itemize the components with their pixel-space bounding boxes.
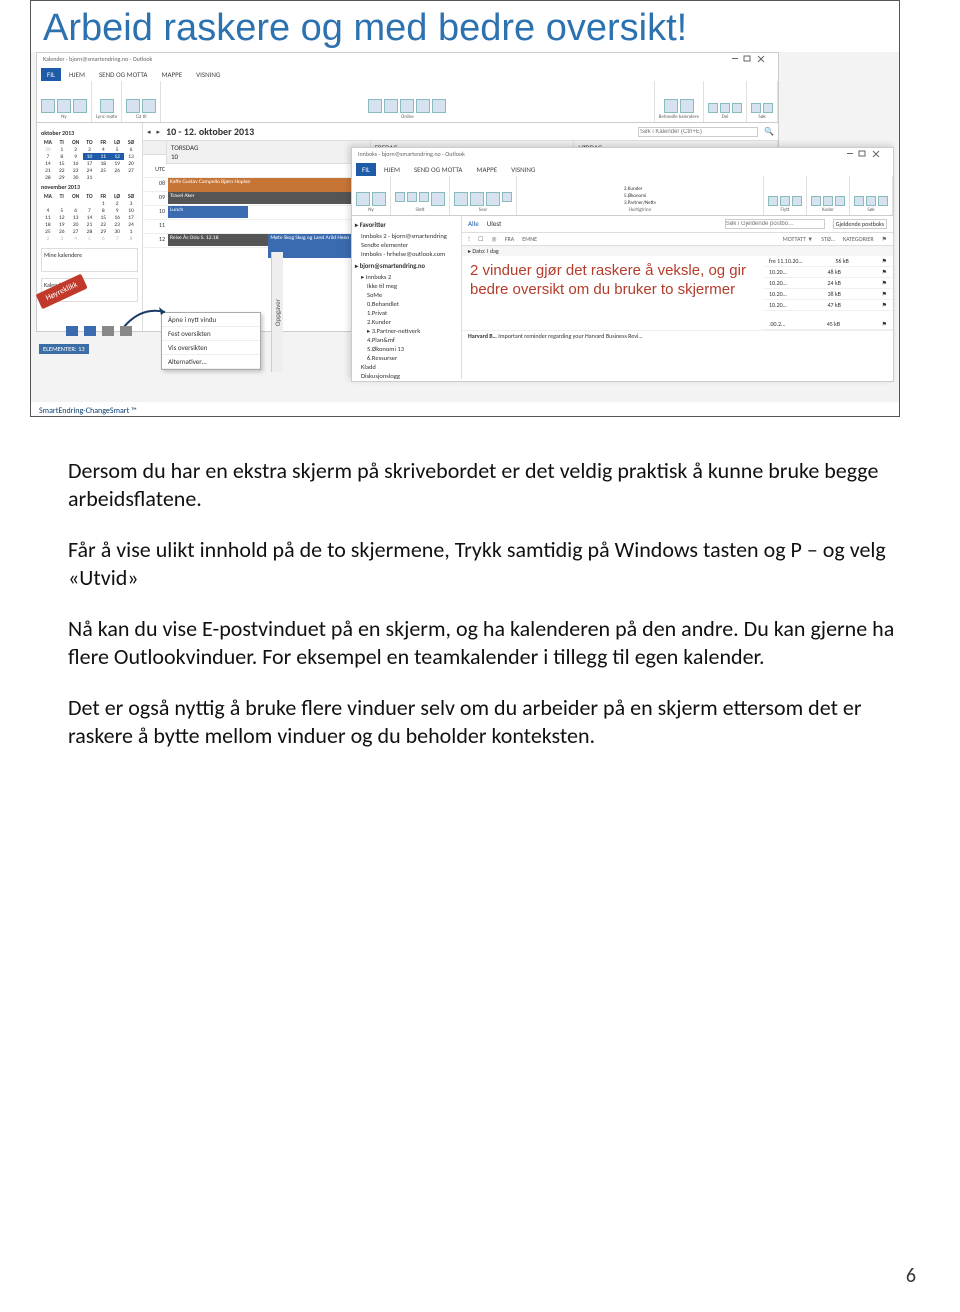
column-headers[interactable]: ! ☐@ FRAEMNE MOTTATT ▼STØ…KATEGORIER⚑ xyxy=(462,233,893,246)
page-number: 6 xyxy=(906,1264,916,1288)
tab-fil[interactable]: FIL xyxy=(41,68,61,81)
calendar-search-input[interactable] xyxy=(638,127,758,137)
tab-visning[interactable]: VISNING xyxy=(190,68,226,81)
ctx-options[interactable]: Alternativer… xyxy=(162,355,260,369)
tab-hjem[interactable]: HJEM xyxy=(63,68,91,81)
mail-search-input[interactable] xyxy=(725,219,825,229)
search-icon[interactable]: 🔍 xyxy=(764,127,774,137)
footer-brand: SmartEndring-ChangeSmart ™ xyxy=(31,402,899,416)
appointment[interactable]: Reise Ås Oslo S. 12.18 xyxy=(168,234,268,246)
body-text: Dersom du har en ekstra skjerm på skrive… xyxy=(68,457,908,749)
tasks-pane-collapsed[interactable]: Oppgaver xyxy=(271,252,283,372)
mail-row[interactable]: 10.20…47 kB⚑ xyxy=(763,300,893,311)
ctx-show[interactable]: Vis oversikten xyxy=(162,341,260,355)
filter-unread[interactable]: Ulest xyxy=(487,219,502,229)
folder-pane[interactable]: ▸ Favoritter Innboks 2 - bjorn@smartendr… xyxy=(352,216,462,379)
tasks-icon[interactable] xyxy=(120,326,132,336)
search-scope[interactable]: Gjeldende postboks xyxy=(833,219,887,229)
mail-row[interactable]: .00.2…45 kB⚑ xyxy=(763,319,893,330)
window-title: Kalender - bjorn@smartendring.no - Outlo… xyxy=(43,55,152,63)
appointment[interactable]: Lunch xyxy=(168,206,248,218)
tab-hjem[interactable]: HJEM xyxy=(378,163,406,176)
ribbon: Ny Slett Svar 2.Kunder5.Økonomi3.Partner… xyxy=(352,176,893,216)
ctx-open-new-window[interactable]: Åpne i nytt vindu xyxy=(162,313,260,327)
date-group[interactable]: ▸ Dato: I dag xyxy=(462,246,893,256)
mail-row-subject: Harvard B… Important reminder regarding … xyxy=(462,330,893,341)
window-title: Innboks - bjorn@smartendring.no - Outloo… xyxy=(358,150,465,158)
appointment[interactable]: Travel Aker xyxy=(168,192,369,204)
ribbon-tabs[interactable]: FIL HJEM SEND OG MOTTA MAPPE VISNING xyxy=(37,65,778,81)
screenshot: Kalender - bjorn@smartendring.no - Outlo… xyxy=(31,52,899,402)
callout-text: 2 vinduer gjør det raskere å veksle, og … xyxy=(462,256,763,330)
mail-row[interactable]: 10.20…48 kB⚑ xyxy=(763,267,893,278)
context-menu[interactable]: Åpne i nytt vindu Fest oversikten Vis ov… xyxy=(161,312,261,370)
window-controls[interactable] xyxy=(847,150,887,158)
status-elements: ELEMENTER: 13 xyxy=(39,344,89,354)
nav-prev-icon[interactable]: ◂ xyxy=(147,127,151,136)
tab-send[interactable]: SEND OG MOTTA xyxy=(408,163,469,176)
mail-row[interactable]: fre 11.10.20…56 kB⚑ xyxy=(763,256,893,267)
tab-mappe[interactable]: MAPPE xyxy=(155,68,188,81)
window-controls[interactable] xyxy=(732,55,772,63)
nav-icons[interactable] xyxy=(66,326,132,336)
ribbon-tabs[interactable]: FIL HJEM SEND OG MOTTA MAPPE VISNING xyxy=(352,160,893,176)
calendar-icon[interactable] xyxy=(84,326,96,336)
tab-mappe[interactable]: MAPPE xyxy=(470,163,503,176)
outlook-mail-window: Innboks - bjorn@smartendring.no - Outloo… xyxy=(351,147,894,382)
ribbon: Ny Lync-møte Gå til Ordne Behandle kalen… xyxy=(37,81,778,123)
mail-icon[interactable] xyxy=(66,326,78,336)
tab-visning[interactable]: VISNING xyxy=(505,163,541,176)
tab-fil[interactable]: FIL xyxy=(356,163,376,176)
filter-all[interactable]: Alle xyxy=(468,219,479,229)
ctx-pin[interactable]: Fest oversikten xyxy=(162,327,260,341)
mail-row[interactable]: 10.20…38 kB⚑ xyxy=(763,289,893,300)
date-range: 10 - 12. oktober 2013 xyxy=(166,125,254,138)
slide-title: Arbeid raskere og med bedre oversikt! xyxy=(31,1,899,52)
my-calendars[interactable]: Mine kalendere xyxy=(41,248,138,272)
nav-next-icon[interactable]: ▸ xyxy=(157,127,161,136)
tab-send[interactable]: SEND OG MOTTA xyxy=(93,68,154,81)
mail-row[interactable]: 10.20…24 kB⚑ xyxy=(763,278,893,289)
people-icon[interactable] xyxy=(102,326,114,336)
